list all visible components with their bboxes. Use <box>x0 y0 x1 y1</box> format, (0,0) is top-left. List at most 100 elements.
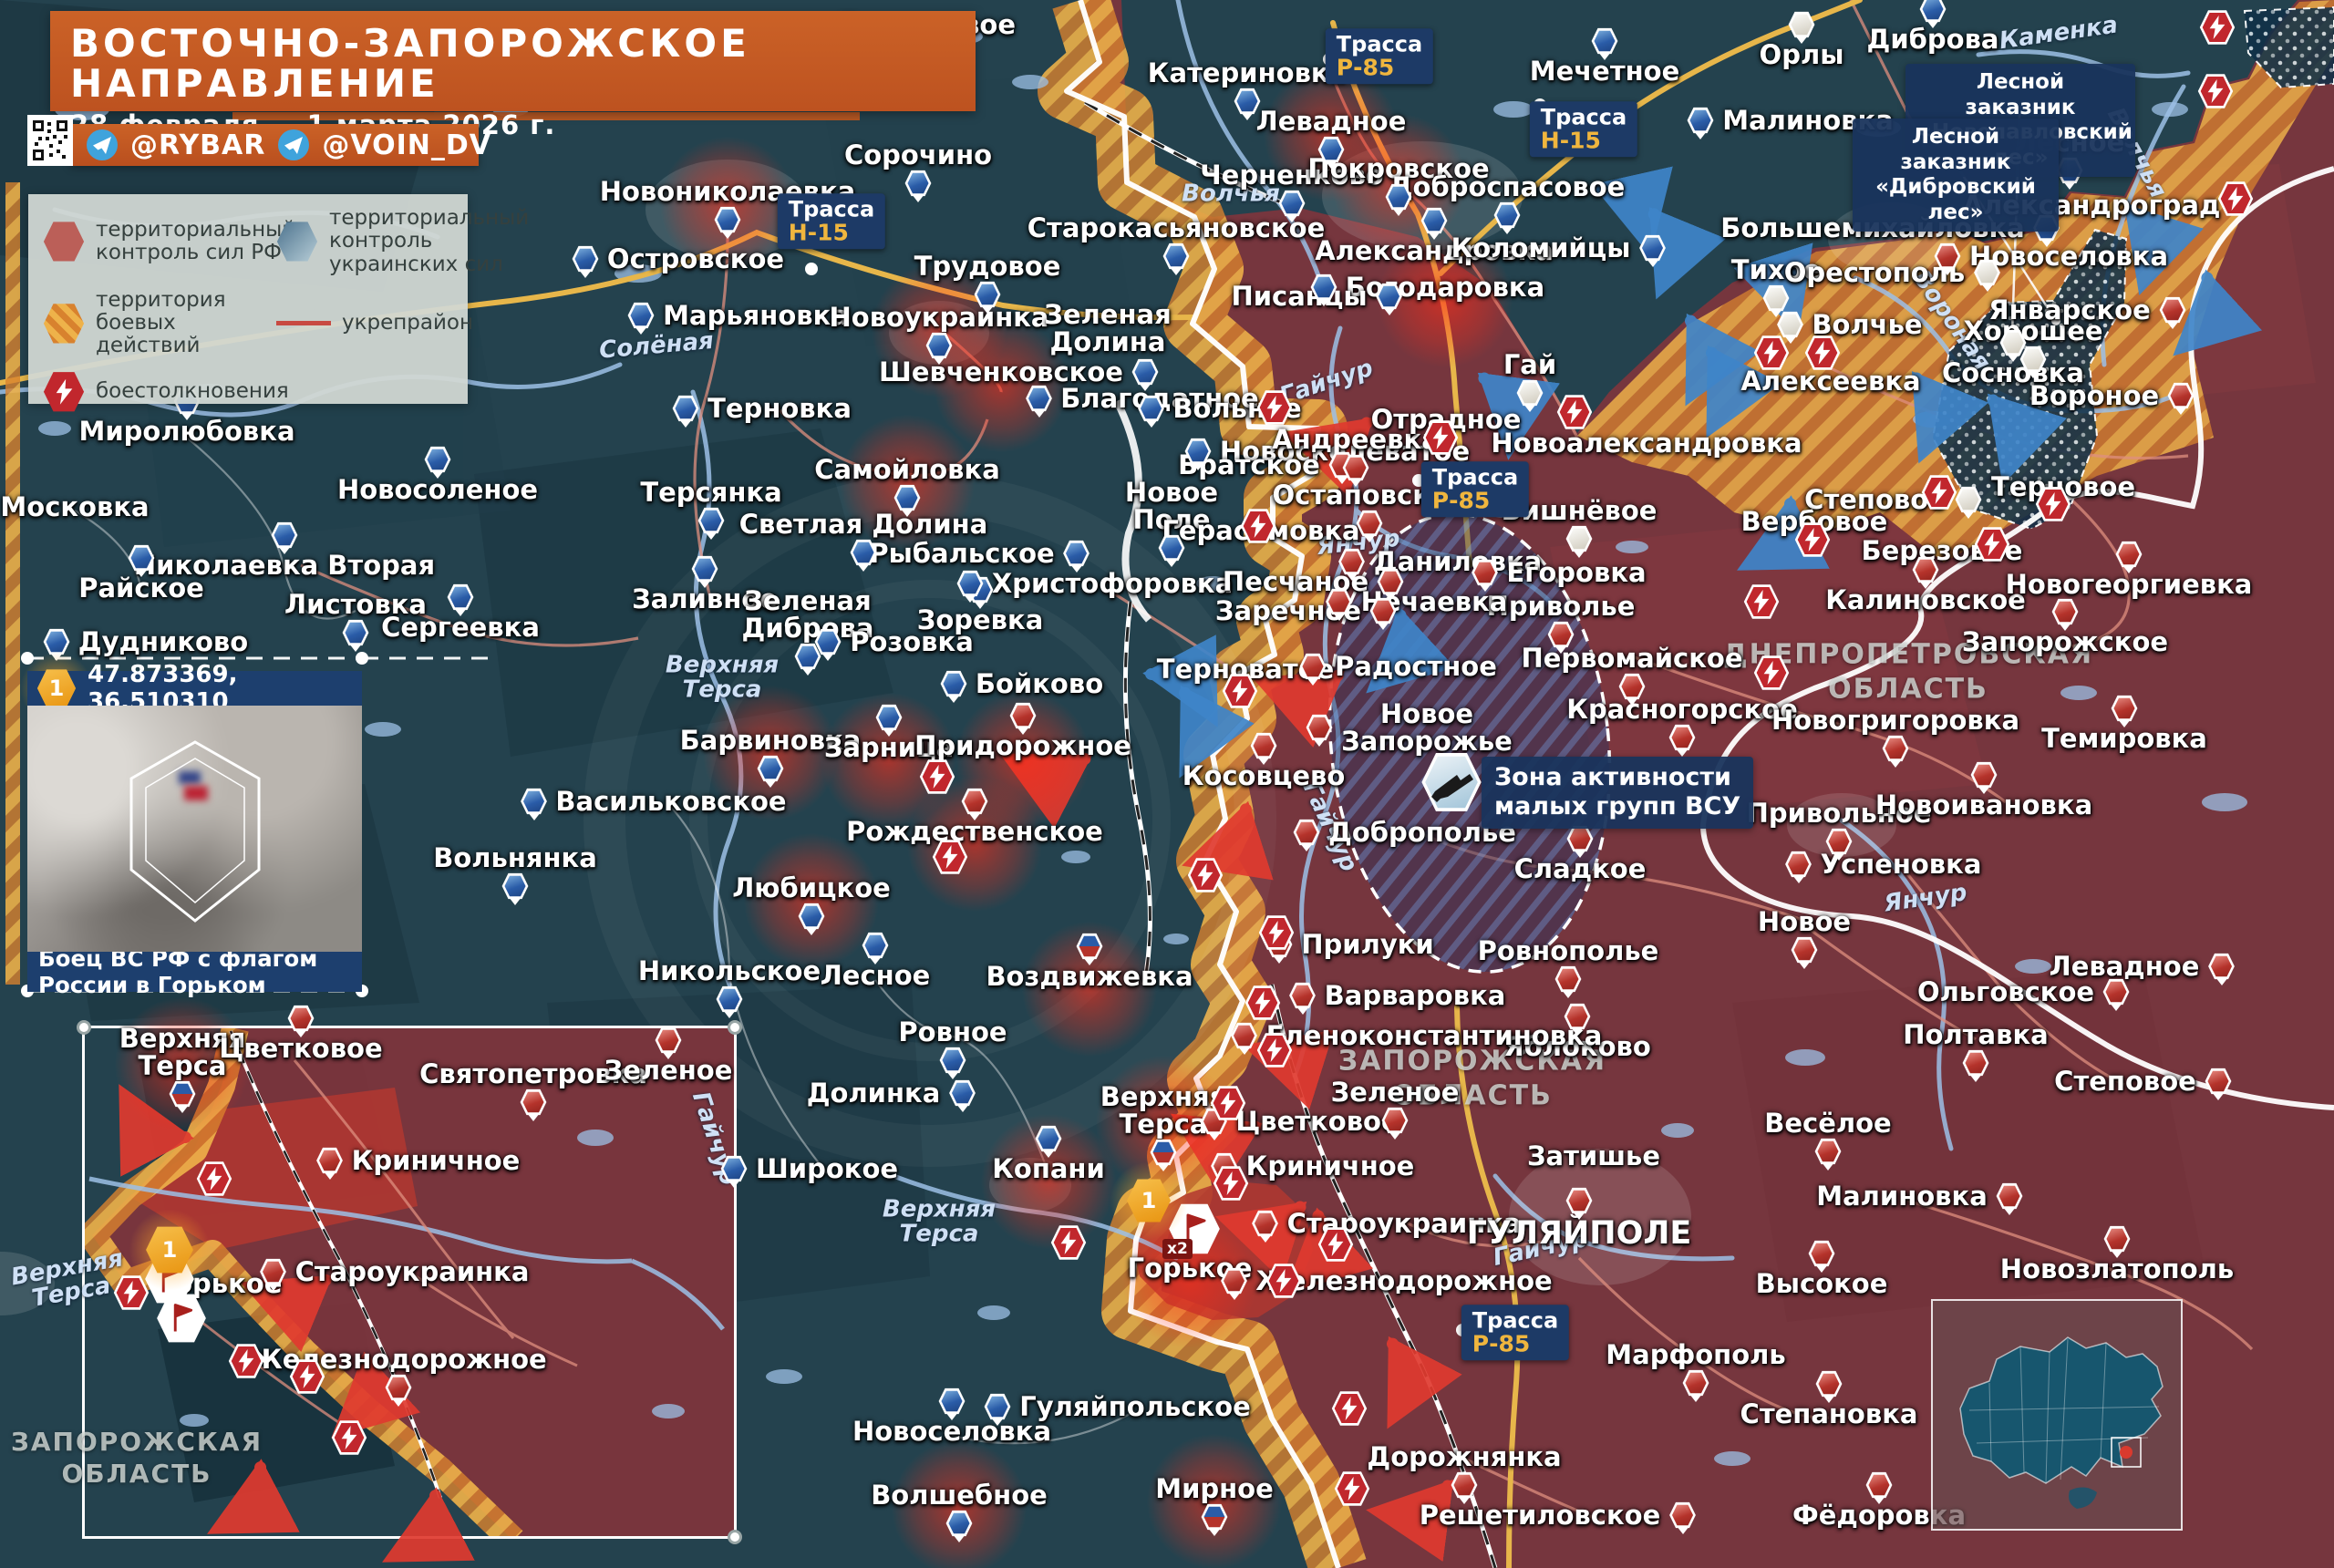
town-marker-b <box>672 395 699 422</box>
town-marker-r <box>385 1374 412 1401</box>
clash-icon <box>1743 583 1780 620</box>
town-marker-r <box>1356 510 1383 537</box>
clash-icon <box>1210 1085 1246 1121</box>
legend-item-ua: территориальный контроль украинских сил <box>276 207 529 276</box>
telegram-bar: @RYBAR @VOIN_DV <box>70 124 479 166</box>
inset-corner <box>728 1020 742 1035</box>
strike-glow <box>659 136 796 273</box>
clash-icon <box>1921 474 1957 511</box>
strike-glow <box>1263 66 1399 202</box>
legend-item-rf: территориальный контроль сил РФ <box>43 207 271 276</box>
town-marker-r <box>2103 1225 2131 1253</box>
town-label: Левадное <box>1256 108 1407 135</box>
town-label: Любицкое <box>732 874 891 902</box>
town-label: Шевченковское <box>879 358 1123 386</box>
town-marker-b <box>1278 190 1306 217</box>
town-label: Январское <box>1988 296 2151 324</box>
legend-item-battle: территория боевых действий <box>43 289 271 358</box>
channel-handle-rybar: @RYBAR <box>130 129 265 161</box>
town-label: Катериновка <box>1148 59 1347 87</box>
town-marker-b <box>938 1387 966 1415</box>
town-marker-r <box>1299 653 1327 680</box>
town-label: Приволье <box>1487 593 1636 620</box>
town-marker-r <box>2115 541 2143 568</box>
town-label: Коломийцы <box>1451 234 1631 262</box>
town-marker-r <box>1970 761 1998 789</box>
photo-image <box>27 706 362 952</box>
town-marker-w <box>1762 284 1790 312</box>
river-label: Верхняя Терса <box>883 1198 996 1248</box>
town-marker-b <box>501 872 529 900</box>
town-label: Широкое <box>756 1155 898 1182</box>
town-label: Доброспасовое <box>1389 173 1626 201</box>
strike-glow <box>839 414 976 551</box>
town-marker-b <box>691 555 718 583</box>
town-marker-r <box>1289 982 1317 1009</box>
town-marker-b <box>949 1079 976 1107</box>
town-label: Еленоконстантиновка <box>1266 1022 1603 1049</box>
clash-icon <box>1187 857 1224 893</box>
town-marker-r <box>2102 978 2130 1006</box>
town-marker-r <box>2051 598 2079 625</box>
town-marker-b <box>1234 88 1261 115</box>
town-label: Верхняя Терса <box>119 1025 246 1079</box>
town-label: Писанцы <box>1231 283 1367 310</box>
town-marker-br <box>1076 933 1103 960</box>
town-marker-r <box>1996 1182 2023 1210</box>
town-marker-r <box>1934 242 1961 270</box>
town-marker-w <box>1788 11 1815 38</box>
town-label: Вороное <box>2029 382 2159 409</box>
town-label: Зеленая Долина <box>1044 301 1171 356</box>
clash-icon <box>1753 335 1790 371</box>
town-marker-r <box>1451 1471 1478 1499</box>
inset-corner <box>728 1530 742 1544</box>
town-marker-b <box>572 245 599 273</box>
town-label: Левадное <box>2050 953 2200 980</box>
strike-glow <box>743 832 880 969</box>
town-marker-r <box>1381 1107 1409 1134</box>
town-marker-b <box>814 628 842 655</box>
town-marker-b <box>1317 136 1345 163</box>
town-marker-w <box>1999 329 2027 356</box>
clash-icon <box>1256 389 1293 426</box>
town-marker-b <box>893 484 921 511</box>
clashes-icon <box>43 371 85 413</box>
road-badge: ТрассаР-85 <box>1421 461 1529 517</box>
clash-icon <box>1753 655 1790 691</box>
town-label: Старокасьяновское <box>1028 214 1326 242</box>
map-title: ВОСТОЧНО-ЗАПОРОЖСКОЕ НАПРАВЛЕНИЕ <box>70 24 955 104</box>
town-label: Ровнополье <box>1478 937 1659 965</box>
town-marker-b <box>904 170 932 197</box>
title-block: ВОСТОЧНО-ЗАПОРОЖСКОЕ НАПРАВЛЕНИЕ 28 февр… <box>50 11 976 111</box>
town-label: Андреевка <box>1272 426 1440 453</box>
town-marker-br <box>1201 1503 1228 1531</box>
town-marker-r <box>1252 1210 1279 1237</box>
telegram-icon <box>87 129 118 160</box>
ukraine-minimap <box>1931 1299 2183 1531</box>
town-marker-w <box>1955 486 1982 513</box>
town-label: Гуляйпольское <box>1019 1393 1251 1420</box>
town-marker-b <box>1138 395 1165 422</box>
town-marker-b <box>1385 183 1412 211</box>
clash-icon <box>1050 1224 1087 1261</box>
town-label: Варваровка <box>1325 982 1506 1009</box>
town-marker-b <box>956 570 984 597</box>
clash-icon <box>289 1358 325 1395</box>
town-marker-b <box>862 932 889 959</box>
town-marker-b <box>714 206 741 233</box>
clash-icon <box>1258 914 1295 951</box>
fortified-line-icon <box>276 321 331 325</box>
town-marker-b <box>945 1510 973 1537</box>
town-marker-b <box>1376 283 1403 310</box>
town-marker-b <box>1919 0 1947 23</box>
town-marker-r <box>260 1258 287 1285</box>
town-marker-b <box>875 704 903 731</box>
town-label: Зеленое <box>1331 1078 1460 1106</box>
legend: территориальный контроль сил РФ территор… <box>28 194 468 404</box>
town-label: Новое <box>1758 908 1851 935</box>
inset-corner <box>77 1020 91 1035</box>
town-label: Гай <box>1503 351 1556 378</box>
town-label: Новое Поле <box>1125 479 1218 533</box>
town-marker-b <box>342 619 369 646</box>
photo-badge: 1 <box>36 668 77 708</box>
